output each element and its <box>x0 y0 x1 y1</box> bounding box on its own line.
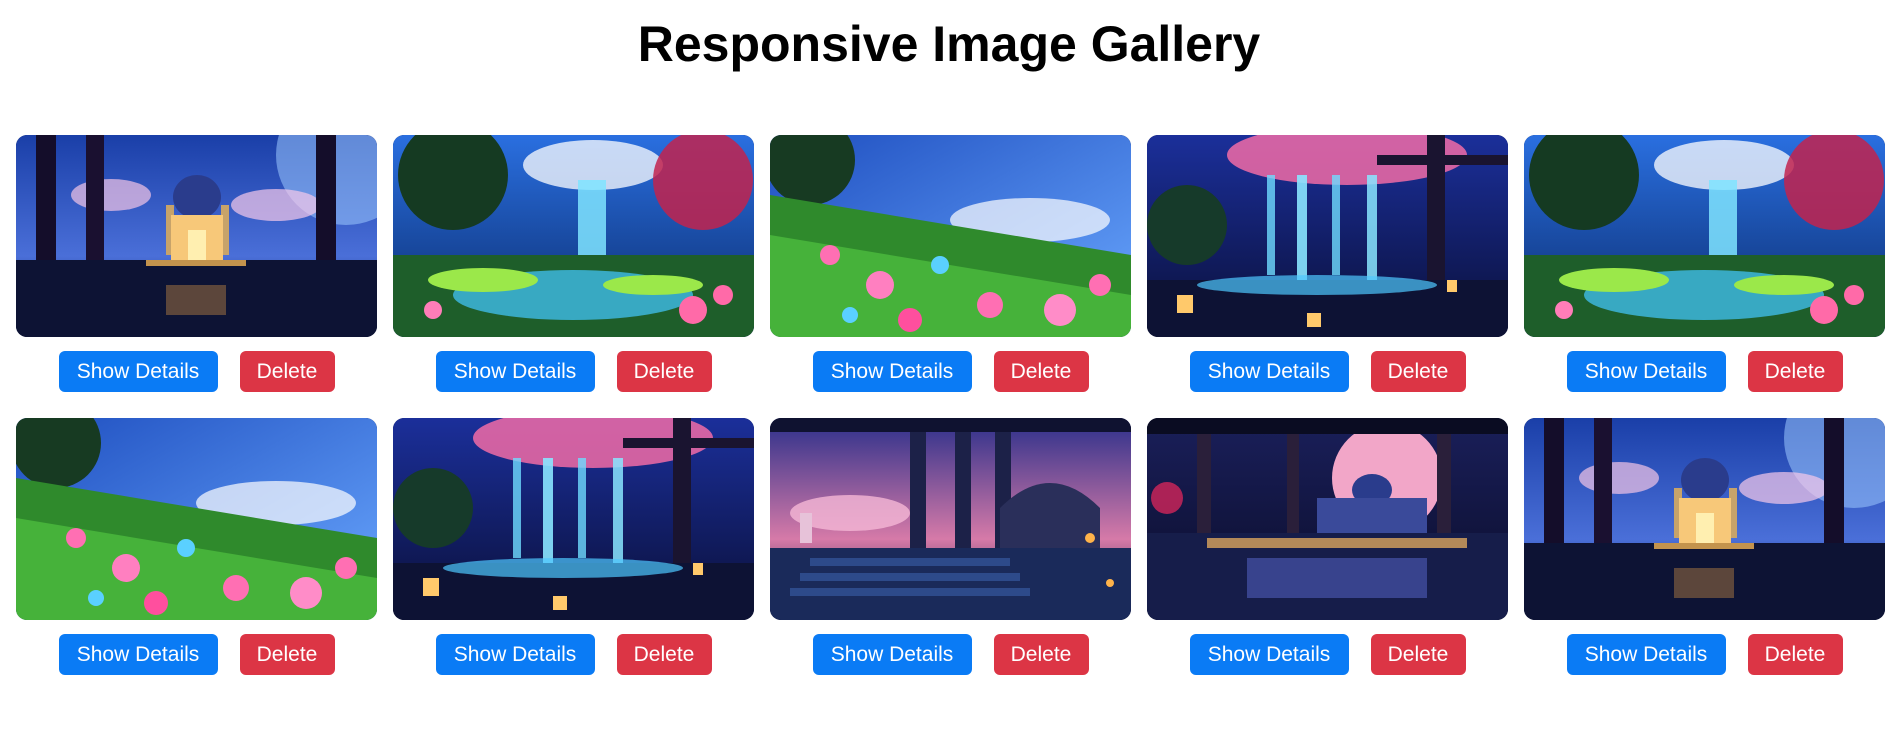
flower-meadow-illustration <box>770 135 1131 337</box>
moon-palace-illustration <box>1147 418 1508 620</box>
card-actions: Show Details Delete <box>393 634 754 675</box>
lantern-waterfall-illustration <box>1147 135 1508 337</box>
delete-button[interactable]: Delete <box>239 634 335 675</box>
gallery-card: Show Details Delete <box>770 135 1131 400</box>
card-actions: Show Details Delete <box>393 351 754 392</box>
show-details-button[interactable]: Show Details <box>1566 634 1726 675</box>
image-gallery: Show Details Delete Show Details Delete … <box>16 135 1885 683</box>
waterfall-garden-illustration <box>1524 135 1885 337</box>
gallery-card: Show Details Delete <box>1524 418 1885 683</box>
card-actions: Show Details Delete <box>16 351 377 392</box>
show-details-button[interactable]: Show Details <box>1189 634 1349 675</box>
gallery-card: Show Details Delete <box>393 135 754 400</box>
show-details-button[interactable]: Show Details <box>1189 351 1349 392</box>
delete-button[interactable]: Delete <box>1370 634 1466 675</box>
gallery-card: Show Details Delete <box>1147 418 1508 683</box>
gallery-image[interactable] <box>16 135 377 337</box>
gallery-card: Show Details Delete <box>1147 135 1508 400</box>
gallery-image[interactable] <box>1524 418 1885 620</box>
show-details-button[interactable]: Show Details <box>435 634 595 675</box>
delete-button[interactable]: Delete <box>1747 634 1843 675</box>
card-actions: Show Details Delete <box>770 634 1131 675</box>
mosque-night-illustration <box>16 135 377 337</box>
gallery-card: Show Details Delete <box>393 418 754 683</box>
gallery-card: Show Details Delete <box>16 135 377 400</box>
gallery-image[interactable] <box>1524 135 1885 337</box>
delete-button[interactable]: Delete <box>1370 351 1466 392</box>
palace-arches-illustration <box>770 418 1131 620</box>
gallery-card: Show Details Delete <box>770 418 1131 683</box>
delete-button[interactable]: Delete <box>239 351 335 392</box>
waterfall-garden-illustration <box>393 135 754 337</box>
card-actions: Show Details Delete <box>16 634 377 675</box>
mosque-night-illustration <box>1524 418 1885 620</box>
show-details-button[interactable]: Show Details <box>58 351 218 392</box>
page-title: Responsive Image Gallery <box>637 16 1261 72</box>
gallery-image[interactable] <box>770 418 1131 620</box>
show-details-button[interactable]: Show Details <box>812 351 972 392</box>
card-actions: Show Details Delete <box>1147 351 1508 392</box>
gallery-image[interactable] <box>1147 135 1508 337</box>
gallery-image[interactable] <box>1147 418 1508 620</box>
flower-meadow-illustration <box>16 418 377 620</box>
card-actions: Show Details Delete <box>1524 634 1885 675</box>
delete-button[interactable]: Delete <box>616 634 712 675</box>
delete-button[interactable]: Delete <box>993 634 1089 675</box>
show-details-button[interactable]: Show Details <box>812 634 972 675</box>
card-actions: Show Details Delete <box>770 351 1131 392</box>
card-actions: Show Details Delete <box>1524 351 1885 392</box>
delete-button[interactable]: Delete <box>993 351 1089 392</box>
gallery-image[interactable] <box>16 418 377 620</box>
delete-button[interactable]: Delete <box>616 351 712 392</box>
show-details-button[interactable]: Show Details <box>58 634 218 675</box>
gallery-image[interactable] <box>770 135 1131 337</box>
lantern-waterfall-illustration <box>393 418 754 620</box>
card-actions: Show Details Delete <box>1147 634 1508 675</box>
gallery-image[interactable] <box>393 418 754 620</box>
show-details-button[interactable]: Show Details <box>435 351 595 392</box>
gallery-card: Show Details Delete <box>16 418 377 683</box>
delete-button[interactable]: Delete <box>1747 351 1843 392</box>
show-details-button[interactable]: Show Details <box>1566 351 1726 392</box>
gallery-image[interactable] <box>393 135 754 337</box>
gallery-card: Show Details Delete <box>1524 135 1885 400</box>
